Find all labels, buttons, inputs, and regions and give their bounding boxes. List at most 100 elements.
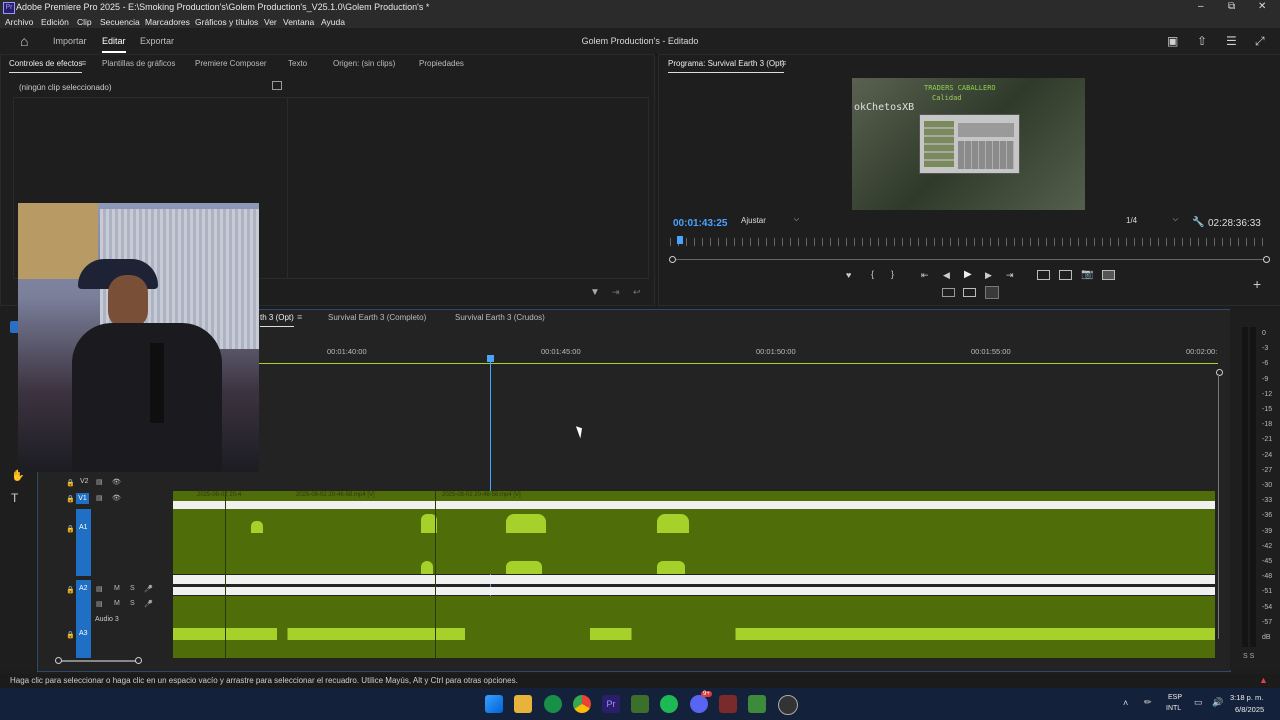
- a1-source-patch[interactable]: [76, 509, 91, 576]
- meter-solo-buttons[interactable]: S S: [1243, 653, 1254, 660]
- mute-icon[interactable]: M: [114, 585, 120, 592]
- step-forward-icon[interactable]: ▶: [985, 270, 992, 281]
- track-a3-label[interactable]: A3: [79, 630, 88, 637]
- mute-icon[interactable]: M: [114, 600, 120, 607]
- track-v1-label[interactable]: V1: [76, 493, 89, 504]
- sync-icon[interactable]: ▤: [96, 585, 103, 593]
- step-back-icon[interactable]: ◀: [943, 270, 950, 281]
- sync-icon[interactable]: ▤: [96, 494, 103, 502]
- v1-clip-header[interactable]: 2025-08-02 20-4 2025-08-02 20-46-58.mp4 …: [173, 491, 1215, 501]
- pen-icon[interactable]: ✏: [1144, 697, 1152, 708]
- menu-secuencia[interactable]: Secuencia: [100, 17, 140, 27]
- edit-point[interactable]: [435, 491, 436, 658]
- safe-margins-icon[interactable]: [942, 288, 955, 297]
- edge-dev-icon[interactable]: [544, 695, 562, 713]
- chevron-up-icon[interactable]: ˄: [1123, 698, 1128, 708]
- menu-graficos[interactable]: Gráficos y títulos: [195, 17, 258, 27]
- obs-icon[interactable]: [778, 695, 798, 715]
- work-area-bar[interactable]: [173, 363, 1218, 364]
- program-timecode[interactable]: 00:01:43:25: [673, 218, 727, 229]
- tab-importar[interactable]: Importar: [53, 36, 87, 46]
- tab-controles-efectos[interactable]: Controles de efectos: [9, 59, 83, 73]
- program-mini-ruler[interactable]: [670, 238, 1268, 246]
- camera-icon[interactable]: 📷: [1081, 269, 1093, 280]
- timeline-zoom-bar[interactable]: [58, 660, 138, 662]
- windows-start-icon[interactable]: [485, 695, 503, 713]
- scroll-handle-left[interactable]: [669, 256, 676, 263]
- restore-icon[interactable]: ⧉: [1228, 1, 1235, 12]
- lift-icon[interactable]: [1037, 270, 1050, 280]
- workspaces-icon[interactable]: ▣: [1167, 34, 1178, 48]
- track-a3-name[interactable]: Audio 3: [95, 616, 119, 623]
- multicam-icon[interactable]: [985, 286, 999, 299]
- track-a1-label[interactable]: A1: [79, 524, 88, 531]
- quality-dropdown[interactable]: 1/4 ⌵: [1126, 216, 1180, 229]
- playhead-handle[interactable]: [487, 355, 494, 362]
- type-tool-icon[interactable]: T: [11, 491, 18, 505]
- menu-edicion[interactable]: Edición: [41, 17, 69, 27]
- microphone-icon[interactable]: 🎤: [144, 585, 153, 593]
- panel-menu-icon[interactable]: ≡: [781, 58, 786, 68]
- sync-icon[interactable]: ▤: [96, 478, 103, 486]
- go-to-in-icon[interactable]: ⇤: [921, 270, 929, 281]
- program-playhead[interactable]: [677, 236, 684, 244]
- eye-icon[interactable]: 👁: [112, 494, 121, 502]
- tab-sequence-completo[interactable]: Survival Earth 3 (Completo): [328, 313, 426, 322]
- fit-dropdown[interactable]: Ajustar ⌵: [741, 216, 801, 229]
- menu-clip[interactable]: Clip: [77, 17, 92, 27]
- menu-marcadores[interactable]: Marcadores: [145, 17, 190, 27]
- a3-audio-clip[interactable]: [173, 596, 1215, 658]
- volume-icon[interactable]: 🔊: [1212, 697, 1223, 708]
- panel-menu-icon[interactable]: ≡: [81, 58, 86, 68]
- home-icon[interactable]: ⌂: [20, 33, 28, 49]
- play-icon[interactable]: ▶: [964, 269, 972, 280]
- program-video-frame[interactable]: TRADERS CABALLERO Calidad okChetosXB: [852, 78, 1085, 210]
- lock-icon[interactable]: 🔒: [66, 631, 75, 639]
- time-ruler[interactable]: 00:01:40:00 00:01:45:00 00:01:50:00 00:0…: [173, 338, 1218, 364]
- share-icon[interactable]: ⇧: [1197, 34, 1207, 48]
- scroll-handle-right[interactable]: [1263, 256, 1270, 263]
- lock-icon[interactable]: 🔒: [66, 479, 75, 487]
- a2-clip[interactable]: [173, 587, 1215, 595]
- tab-texto[interactable]: Texto: [288, 59, 307, 68]
- tab-propiedades[interactable]: Propiedades: [419, 59, 464, 68]
- solo-icon[interactable]: S: [130, 600, 135, 607]
- zoom-handle-left[interactable]: [55, 657, 62, 664]
- program-scrollbar[interactable]: [672, 259, 1266, 260]
- panel-menu-icon[interactable]: ≡: [297, 312, 302, 322]
- a1-clip-bottom[interactable]: [173, 575, 1215, 584]
- tab-plantillas[interactable]: Plantillas de gráficos: [102, 59, 175, 68]
- close-icon[interactable]: ✕: [1258, 1, 1266, 12]
- eye-icon[interactable]: 👁: [112, 478, 121, 486]
- panel-toggle-icon[interactable]: [272, 81, 282, 90]
- chrome-icon[interactable]: [573, 695, 591, 713]
- lock-icon[interactable]: 🔒: [66, 586, 75, 594]
- menu-archivo[interactable]: Archivo: [5, 17, 33, 27]
- spotify-icon[interactable]: [660, 695, 678, 713]
- lock-icon[interactable]: 🔒: [66, 495, 75, 503]
- vertical-scrollbar[interactable]: [1218, 374, 1219, 639]
- language-layout[interactable]: INTL: [1166, 705, 1181, 712]
- track-v2-label[interactable]: V2: [80, 478, 89, 485]
- menu-ver[interactable]: Ver: [264, 17, 277, 27]
- fullscreen-icon[interactable]: ⤢: [1255, 34, 1265, 49]
- a1-audio-clip[interactable]: [173, 509, 1215, 574]
- v1-clip[interactable]: [173, 501, 1215, 509]
- file-explorer-icon[interactable]: [514, 695, 532, 713]
- discord-icon[interactable]: [690, 695, 708, 713]
- track-a2-label[interactable]: A2: [79, 585, 88, 592]
- add-button-icon[interactable]: +: [1253, 276, 1261, 292]
- mark-out-icon[interactable]: }: [891, 269, 894, 279]
- filter-icon[interactable]: ▼: [590, 287, 600, 298]
- language-code[interactable]: ESP: [1168, 694, 1182, 701]
- lock-icon[interactable]: 🔒: [66, 525, 75, 533]
- go-to-out-icon[interactable]: ⇥: [1006, 270, 1014, 281]
- return-icon[interactable]: ↩: [633, 287, 641, 298]
- tab-exportar[interactable]: Exportar: [140, 36, 174, 46]
- tab-premiere-composer[interactable]: Premiere Composer: [195, 59, 267, 68]
- menu-ayuda[interactable]: Ayuda: [321, 17, 345, 27]
- menu-lines-icon[interactable]: ☰: [1226, 34, 1237, 48]
- network-icon[interactable]: ▭: [1194, 697, 1203, 708]
- tab-origen[interactable]: Origen: (sin clips): [333, 59, 395, 68]
- minecraft-icon[interactable]: [748, 695, 766, 713]
